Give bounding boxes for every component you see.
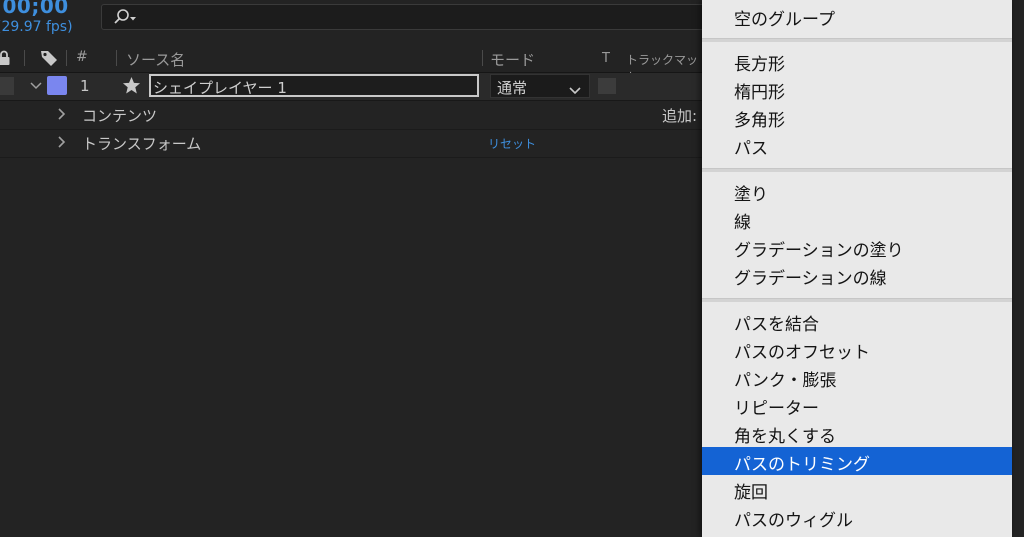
layer-index: 1 [80, 77, 90, 95]
menu-item-label: 長方形 [734, 55, 785, 75]
menu-item-label: 塗り [734, 185, 768, 205]
label-tag-icon[interactable] [40, 49, 58, 71]
current-time-display[interactable]: ;00;00 [0, 0, 69, 18]
menu-separator [702, 298, 1012, 302]
layer-row[interactable]: 1 シェイプレイヤー 1 通常 [0, 73, 702, 101]
chevron-down-icon [569, 81, 581, 100]
property-row-contents[interactable]: コンテンツ 追加: [0, 101, 702, 130]
menu-item-label: パスのウィグル [734, 511, 853, 531]
menu-item[interactable]: リピーター [702, 391, 1012, 419]
column-divider[interactable] [116, 50, 117, 66]
menu-separator [702, 168, 1012, 172]
menu-item-label: 旋回 [734, 483, 768, 503]
menu-item-label: パス [734, 139, 768, 159]
column-number[interactable]: # [76, 49, 88, 65]
star-icon [122, 76, 141, 99]
blend-mode-value: 通常 [497, 79, 528, 97]
menu-item[interactable]: 塗り [702, 177, 1012, 205]
timeline-column-header: # ソース名 モード T トラックマット [0, 44, 702, 84]
column-t[interactable]: T [602, 51, 610, 66]
menu-item-label: 空のグループ [734, 10, 835, 30]
chevron-down-icon[interactable] [30, 76, 42, 98]
menu-item[interactable]: グラデーションの塗り [702, 233, 1012, 261]
chevron-right-icon[interactable] [57, 107, 67, 125]
blend-mode-select[interactable]: 通常 [490, 74, 590, 98]
menu-item[interactable]: 楕円形 [702, 75, 1012, 103]
chevron-right-icon[interactable] [57, 135, 67, 153]
search-icon[interactable] [112, 8, 142, 26]
menu-separator [702, 38, 1012, 42]
menu-item[interactable]: パスのオフセット [702, 335, 1012, 363]
reset-link[interactable]: リセット [488, 135, 536, 152]
menu-item[interactable]: 角を丸くする [702, 419, 1012, 447]
menu-item-label: 角を丸くする [734, 427, 836, 447]
menu-item-label: グラデーションの塗り [734, 241, 904, 261]
add-menu-trigger[interactable]: 追加: [662, 105, 697, 126]
menu-item[interactable]: 線 [702, 205, 1012, 233]
column-source-name[interactable]: ソース名 [126, 49, 185, 70]
menu-item-label: パンク・膨張 [734, 371, 837, 391]
menu-item[interactable]: 空のグループ [702, 2, 1012, 30]
menu-item-label: 線 [734, 213, 751, 233]
menu-item-label: 多角形 [734, 111, 785, 131]
menu-item-label: 楕円形 [734, 83, 785, 103]
menu-item-label: パスを結合 [734, 315, 819, 335]
label-color-swatch[interactable] [47, 76, 67, 95]
menu-item[interactable]: 旋回 [702, 475, 1012, 503]
lock-icon[interactable] [0, 50, 10, 70]
layer-name-field[interactable]: シェイプレイヤー 1 [149, 74, 479, 97]
menu-item[interactable]: パンク・膨張 [702, 363, 1012, 391]
track-matte-toggle[interactable] [598, 78, 616, 94]
property-row-transform[interactable]: トランスフォーム リセット [0, 129, 702, 158]
property-label: トランスフォーム [82, 135, 202, 153]
menu-item-label: パスのオフセット [734, 343, 870, 363]
menu-item-label: グラデーションの線 [734, 269, 887, 289]
menu-item[interactable]: パスのウィグル [702, 503, 1012, 531]
layer-name-text: シェイプレイヤー 1 [153, 79, 287, 97]
add-shape-context-menu: 空のグループ 長方形楕円形多角形パス塗り線グラデーションの塗り グラデーションの線パ… [702, 0, 1012, 537]
menu-item[interactable]: グラデーションの線 [702, 261, 1012, 289]
menu-item[interactable]: パスのトリミング [702, 447, 1012, 475]
video-toggle[interactable] [0, 77, 14, 95]
menu-item[interactable]: 多角形 [702, 103, 1012, 131]
property-label: コンテンツ [82, 107, 158, 125]
column-mode[interactable]: モード [490, 49, 535, 70]
menu-item[interactable]: パス [702, 131, 1012, 159]
menu-item[interactable]: パスを結合 [702, 307, 1012, 335]
column-divider[interactable] [66, 50, 67, 66]
menu-item-label: リピーター [734, 399, 819, 419]
column-divider[interactable] [24, 50, 25, 66]
frame-rate-label: (29.97 fps) [0, 19, 73, 35]
menu-item-label: パスのトリミング [734, 455, 870, 475]
column-divider[interactable] [482, 50, 483, 66]
search-input[interactable] [101, 4, 711, 30]
menu-item[interactable]: 長方形 [702, 47, 1012, 75]
